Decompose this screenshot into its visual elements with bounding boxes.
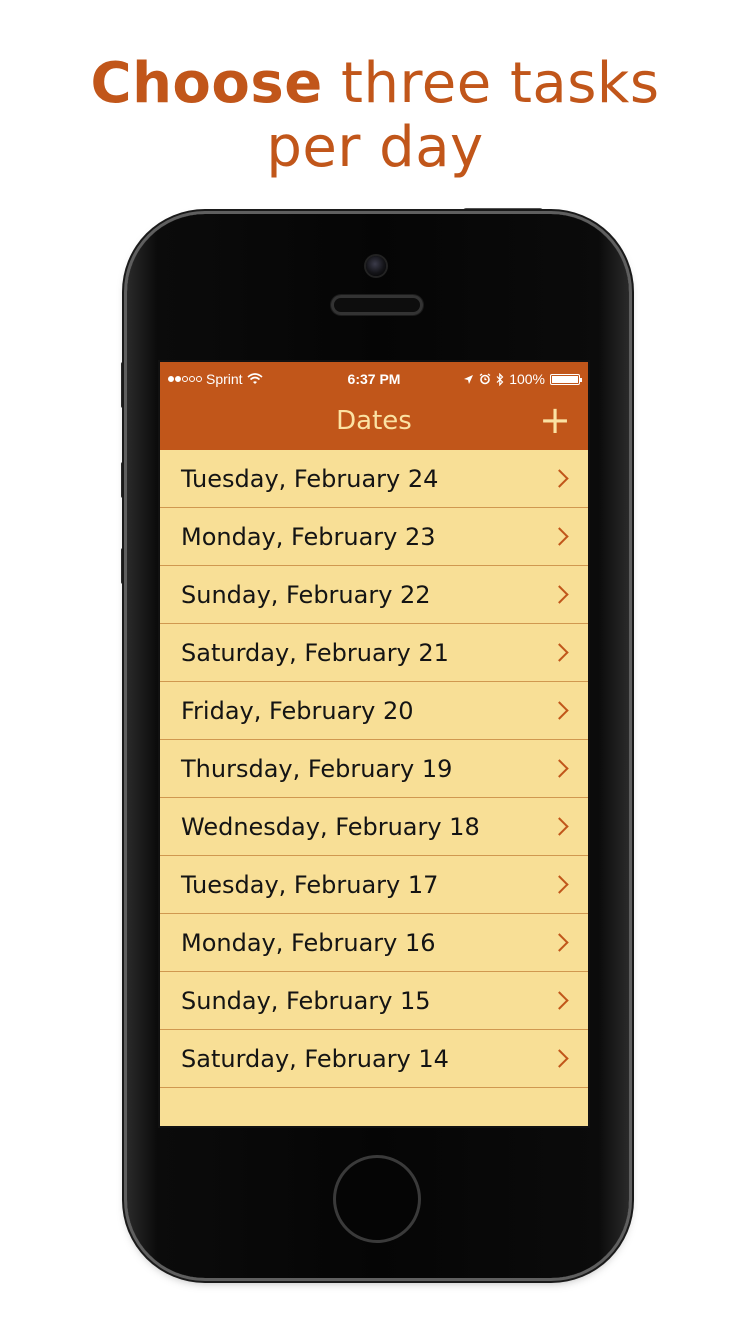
- date-label: Sunday, February 22: [181, 581, 431, 609]
- date-row[interactable]: Saturday, February 14: [160, 1030, 588, 1088]
- date-row[interactable]: Monday, February 23: [160, 508, 588, 566]
- headline-line2: per day: [266, 115, 484, 180]
- chevron-right-icon: [550, 817, 569, 836]
- dates-list: Tuesday, February 24 Monday, February 23 S…: [160, 450, 588, 1088]
- chevron-right-icon: [550, 643, 569, 662]
- front-camera: [366, 256, 386, 276]
- app-screen: Sprint 6:37 PM 100% Dates + Tuesday, Feb…: [160, 362, 588, 1126]
- battery-percent: 100%: [509, 371, 545, 387]
- date-row[interactable]: Saturday, February 21: [160, 624, 588, 682]
- headline-rest: three tasks: [322, 51, 660, 116]
- date-row[interactable]: Sunday, February 15: [160, 972, 588, 1030]
- bluetooth-icon: [496, 372, 504, 386]
- date-row[interactable]: Tuesday, February 24: [160, 450, 588, 508]
- location-arrow-icon: [464, 374, 474, 384]
- earpiece-speaker: [331, 295, 423, 315]
- status-right: 100%: [463, 371, 582, 387]
- chevron-right-icon: [550, 875, 569, 894]
- chevron-right-icon: [550, 701, 569, 720]
- promo-headline: Choose three tasks per day: [0, 52, 750, 180]
- date-row[interactable]: Thursday, February 19: [160, 740, 588, 798]
- date-label: Wednesday, February 18: [181, 813, 480, 841]
- chevron-right-icon: [550, 759, 569, 778]
- headline-bold: Choose: [90, 51, 323, 116]
- battery-icon: [550, 373, 582, 385]
- chevron-right-icon: [550, 991, 569, 1010]
- date-label: Tuesday, February 24: [181, 465, 439, 493]
- nav-title: Dates: [336, 406, 412, 436]
- chevron-right-icon: [550, 527, 569, 546]
- chevron-right-icon: [550, 469, 569, 488]
- date-label: Saturday, February 14: [181, 1045, 449, 1073]
- date-label: Saturday, February 21: [181, 639, 449, 667]
- status-bar: Sprint 6:37 PM 100%: [160, 362, 588, 398]
- alarm-icon: [479, 373, 491, 385]
- plus-icon: +: [539, 398, 571, 442]
- date-row[interactable]: Tuesday, February 17: [160, 856, 588, 914]
- date-label: Friday, February 20: [181, 697, 414, 725]
- date-label: Tuesday, February 17: [181, 871, 439, 899]
- chevron-right-icon: [550, 1049, 569, 1068]
- date-label: Monday, February 16: [181, 929, 436, 957]
- date-label: Thursday, February 19: [181, 755, 453, 783]
- navigation-bar: Dates +: [160, 398, 588, 450]
- date-row[interactable]: Monday, February 16: [160, 914, 588, 972]
- add-date-button[interactable]: +: [538, 401, 572, 439]
- chevron-right-icon: [550, 585, 569, 604]
- home-button[interactable]: [333, 1155, 421, 1243]
- date-row[interactable]: Wednesday, February 18: [160, 798, 588, 856]
- chevron-right-icon: [550, 933, 569, 952]
- date-row[interactable]: Sunday, February 22: [160, 566, 588, 624]
- date-row[interactable]: Friday, February 20: [160, 682, 588, 740]
- date-label: Monday, February 23: [181, 523, 436, 551]
- date-label: Sunday, February 15: [181, 987, 431, 1015]
